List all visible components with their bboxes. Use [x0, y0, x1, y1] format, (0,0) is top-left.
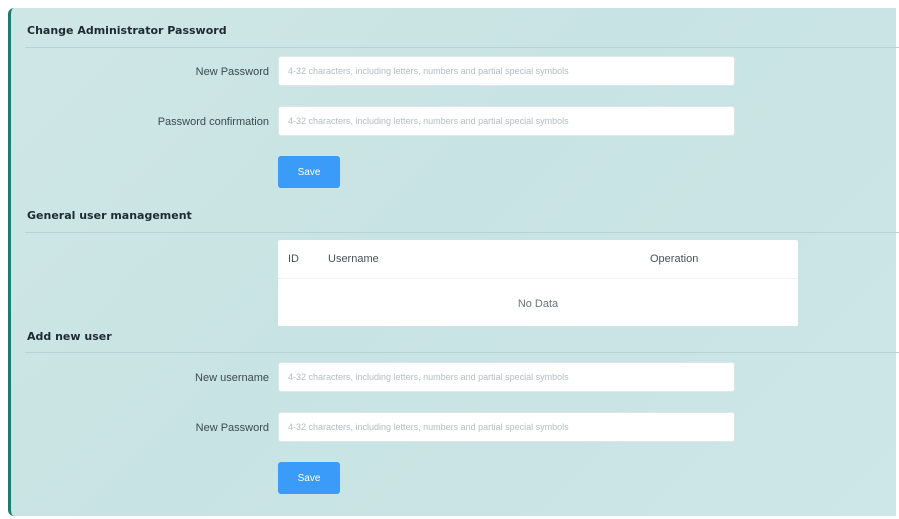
settings-panel: Change Administrator Password New Passwo… — [8, 8, 899, 516]
section-divider — [25, 352, 899, 353]
table-empty-message: No Data — [517, 298, 559, 310]
save-password-button[interactable]: Save — [278, 156, 340, 188]
user-table: ID Username Operation No Data — [278, 240, 798, 326]
user-management-title: General user management — [27, 209, 192, 222]
column-header-id: ID — [288, 253, 299, 265]
column-header-operation: Operation — [650, 253, 699, 265]
change-password-title: Change Administrator Password — [27, 24, 227, 37]
column-header-username: Username — [328, 253, 379, 265]
table-header-divider — [278, 278, 798, 279]
password-confirmation-label: Password confirmation — [157, 116, 269, 128]
section-divider — [25, 47, 899, 48]
new-user-password-input[interactable] — [278, 412, 735, 442]
save-user-button[interactable]: Save — [278, 462, 340, 494]
new-password-input[interactable] — [278, 56, 735, 86]
new-username-label: New username — [195, 372, 269, 384]
new-password-label: New Password — [195, 66, 269, 78]
section-divider — [25, 232, 899, 233]
new-user-password-label: New Password — [195, 422, 269, 434]
password-confirmation-input[interactable] — [278, 106, 735, 136]
add-user-title: Add new user — [27, 330, 112, 343]
new-username-input[interactable] — [278, 362, 735, 392]
